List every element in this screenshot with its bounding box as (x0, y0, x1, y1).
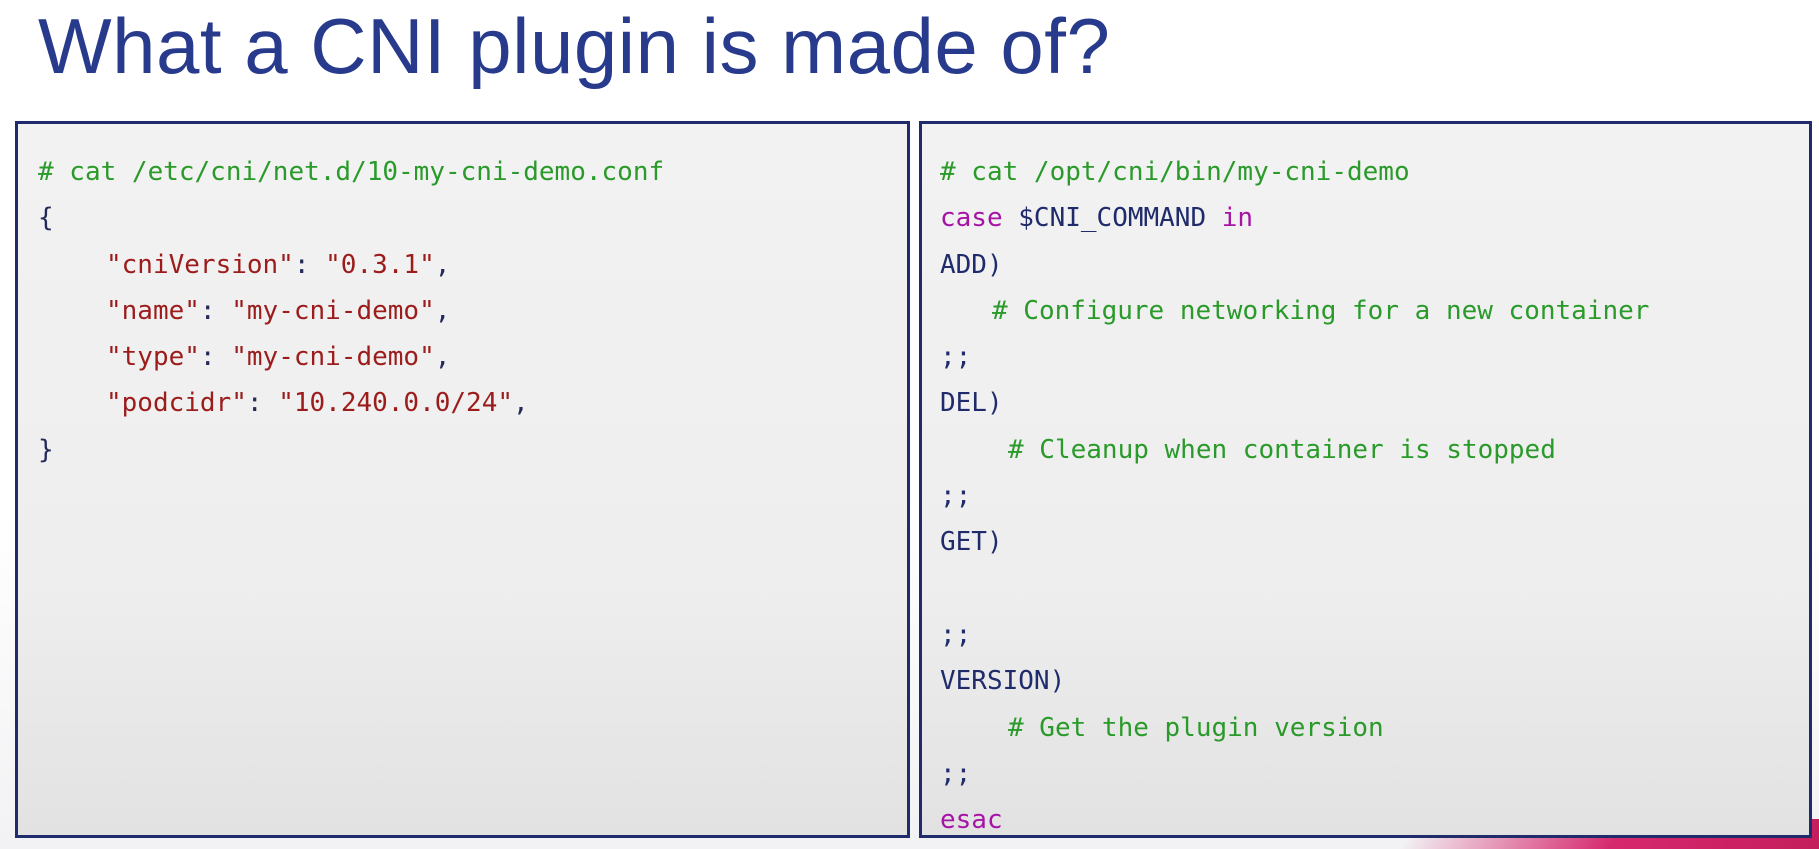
json-separator: : (293, 249, 326, 280)
case-terminator: ;; (940, 481, 972, 512)
case-keyword: case (940, 203, 1003, 234)
json-comma: , (434, 295, 451, 326)
json-key: "name" (106, 295, 200, 326)
json-separator: : (199, 342, 232, 373)
get-case-empty-body (940, 566, 1809, 612)
json-key: "cniVersion" (106, 249, 294, 280)
config-cat-command: # cat /etc/cni/net.d/10-my-cni-demo.conf (38, 157, 665, 187)
config-file-panel: # cat /etc/cni/net.d/10-my-cni-demo.conf… (15, 121, 910, 838)
esac-keyword: esac (940, 805, 1003, 836)
json-comma: , (434, 249, 451, 280)
json-value: "0.3.1" (325, 249, 435, 280)
json-value: "my-cni-demo" (231, 295, 435, 326)
json-close-brace: } (38, 434, 54, 465)
json-value: "10.240.0.0/24" (278, 388, 514, 419)
json-entry-podcidr: "podcidr": "10.240.0.0/24", (38, 380, 907, 426)
json-separator: : (199, 295, 232, 326)
del-case-comment: # Cleanup when container is stopped (1008, 434, 1556, 465)
json-open-brace: { (38, 203, 54, 234)
json-key: "podcidr" (106, 388, 247, 419)
json-entry-cniversion: "cniVersion": "0.3.1", (38, 242, 907, 288)
in-keyword: in (1221, 203, 1254, 234)
json-value: "my-cni-demo" (231, 342, 435, 373)
script-cat-command: # cat /opt/cni/bin/my-cni-demo (940, 157, 1410, 187)
case-terminator: ;; (940, 342, 972, 373)
slide-title: What a CNI plugin is made of? (38, 2, 1111, 90)
add-case-label: ADD) (940, 249, 1003, 280)
version-case-comment: # Get the plugin version (1008, 712, 1384, 743)
case-variable: $CNI_COMMAND (1002, 203, 1222, 234)
del-case-label: DEL) (940, 388, 1003, 419)
json-entry-name: "name": "my-cni-demo", (38, 288, 907, 334)
get-case-label: GET) (940, 527, 1003, 558)
add-case-comment: # Configure networking for a new contain… (992, 295, 1650, 326)
case-statement: case $CNI_COMMAND in (940, 195, 1809, 241)
version-case-label: VERSION) (940, 666, 1066, 697)
json-entry-type: "type": "my-cni-demo", (38, 334, 907, 380)
json-separator: : (246, 388, 279, 419)
json-comma: , (434, 342, 451, 373)
case-terminator: ;; (940, 758, 972, 789)
case-terminator: ;; (940, 619, 972, 650)
plugin-script-panel: # cat /opt/cni/bin/my-cni-demo case $CNI… (919, 121, 1812, 838)
json-comma: , (513, 388, 529, 419)
json-key: "type" (106, 342, 200, 373)
